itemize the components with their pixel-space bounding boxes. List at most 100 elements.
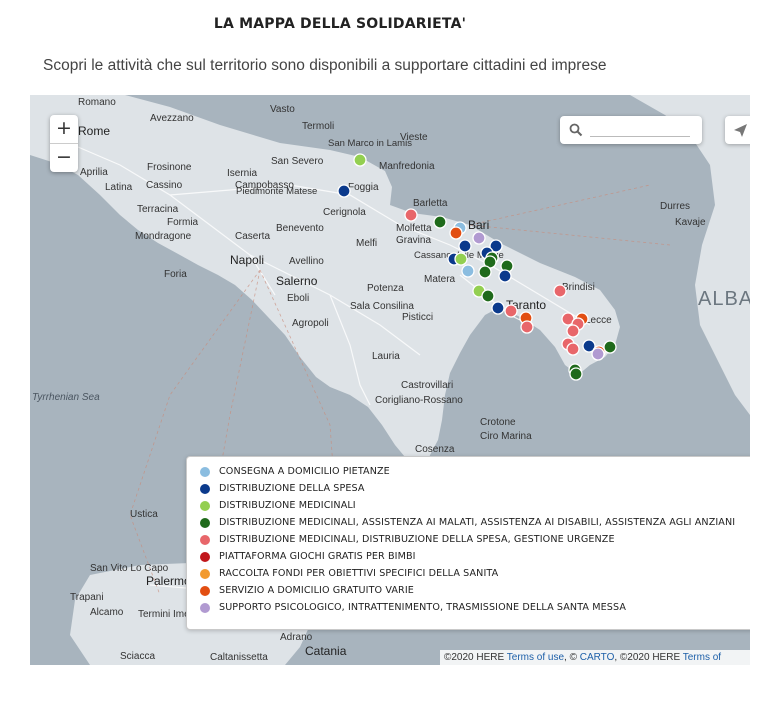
map-label-city: Termoli: [302, 121, 334, 132]
map-label-city: Terracina: [137, 204, 179, 215]
map-label-city: Molfetta: [396, 223, 432, 234]
map-label-city: Eboli: [287, 293, 309, 304]
map-label-city: Ciro Marina: [480, 431, 532, 442]
map-marker[interactable]: [481, 289, 495, 303]
page-subtitle: Scopri le attività che sul territorio so…: [43, 57, 607, 74]
map-marker[interactable]: [504, 304, 518, 318]
map-label-city: Caserta: [235, 231, 270, 242]
map-marker[interactable]: [569, 367, 583, 381]
map-label-city: Gravina: [396, 235, 431, 246]
map-marker[interactable]: [353, 153, 367, 167]
legend-swatch: [200, 602, 210, 613]
legend-label: CONSEGNA A DOMICILIO PIETANZE: [219, 466, 390, 477]
map-label-city: Trapani: [70, 592, 104, 603]
map-marker[interactable]: [498, 269, 512, 283]
map-marker[interactable]: [433, 215, 447, 229]
map-label-city: Avellino: [289, 256, 324, 267]
map-marker[interactable]: [491, 301, 505, 315]
legend-item: DISTRIBUZIONE DELLA SPESA: [200, 480, 750, 497]
locate-button[interactable]: [725, 116, 750, 144]
legend-label: DISTRIBUZIONE MEDICINALI: [219, 500, 356, 511]
map-label-city: Aprilia: [80, 167, 108, 178]
map-marker[interactable]: [461, 264, 475, 278]
carto-link[interactable]: CARTO: [580, 652, 615, 663]
map-label-city: Palermo: [146, 574, 191, 588]
map-label-city: Latina: [105, 182, 133, 193]
map-label-city: Rome: [78, 124, 110, 138]
legend-swatch: [200, 585, 210, 596]
map-label-city: Vasto: [270, 104, 295, 115]
map-label-city: Salerno: [276, 274, 318, 288]
map-marker[interactable]: [520, 320, 534, 334]
map-label-city: Sciacca: [120, 651, 155, 662]
map-label-city: Foria: [164, 269, 187, 280]
map-label-city: Cosenza: [415, 444, 455, 455]
map-marker[interactable]: [591, 347, 605, 361]
page-title: LA MAPPA DELLA SOLIDARIETA': [213, 16, 467, 32]
map-label-city: Adrano: [280, 632, 313, 643]
zoom-out-button[interactable]: −: [50, 143, 78, 172]
zoom-control: + −: [50, 115, 78, 172]
map-label-city: Bari: [468, 218, 489, 232]
map-marker[interactable]: [337, 184, 351, 198]
terms-link[interactable]: Terms of: [683, 652, 721, 663]
terms-of-use-link[interactable]: Terms of use: [507, 652, 564, 663]
map-label-sea: Tyrrhenian Sea: [32, 392, 100, 403]
map-label-city: Isernia: [227, 168, 257, 179]
navigation-arrow-icon: [734, 124, 747, 137]
map-label-city: Ustica: [130, 509, 158, 520]
legend-item: DISTRIBUZIONE MEDICINALI, DISTRIBUZIONE …: [200, 531, 750, 548]
map-marker[interactable]: [553, 284, 567, 298]
map-marker[interactable]: [458, 239, 472, 253]
map-marker[interactable]: [603, 340, 617, 354]
map-label-city: San Vito Lo Capo: [90, 563, 169, 574]
attribution-text: ©2020 HERE: [444, 652, 507, 663]
map-label-city: Crotone: [480, 417, 516, 428]
map-label-city: Lecce: [585, 315, 612, 326]
map-marker[interactable]: [566, 342, 580, 356]
map-label-city: Brindisi: [562, 282, 595, 293]
zoom-in-button[interactable]: +: [50, 115, 78, 143]
map-label-city: Benevento: [276, 223, 324, 234]
map-label-city: Matera: [424, 274, 456, 285]
solidarity-map[interactable]: Romano Vasto Avezzano Rome Termoli Viest…: [30, 95, 750, 665]
map-label-city: Barletta: [413, 198, 448, 209]
map-label-city: Corigliano-Rossano: [375, 395, 463, 406]
map-label-city: Foggia: [348, 182, 379, 193]
map-label-city: Potenza: [367, 283, 404, 294]
legend-label: SUPPORTO PSICOLOGICO, INTRATTENIMENTO, T…: [219, 602, 627, 613]
map-label-city: Manfredonia: [379, 161, 435, 172]
legend-swatch: [200, 483, 210, 494]
map-label-city: Catania: [305, 644, 347, 658]
map-label-city: Piedimonte Matese: [236, 186, 317, 197]
map-label-city: Formia: [167, 217, 199, 228]
map-label-city: Lauria: [372, 351, 400, 362]
map-marker[interactable]: [404, 208, 418, 222]
legend-item: DISTRIBUZIONE MEDICINALI: [200, 497, 750, 514]
legend-swatch: [200, 500, 210, 511]
map-marker[interactable]: [566, 324, 580, 338]
map-label-city: Sala Consilina: [350, 301, 414, 312]
legend-item: RACCOLTA FONDI PER OBIETTIVI SPECIFICI D…: [200, 565, 750, 582]
map-label-city: Alcamo: [90, 607, 124, 618]
map-label-city: Cassino: [146, 180, 183, 191]
legend-item: PIATTAFORMA GIOCHI GRATIS PER BIMBI: [200, 548, 750, 565]
map-label-city: Melfi: [356, 238, 377, 249]
legend-swatch: [200, 551, 210, 562]
legend-label: DISTRIBUZIONE MEDICINALI, ASSISTENZA AI …: [219, 517, 736, 528]
map-label-country: ALBA: [698, 288, 750, 310]
map-marker[interactable]: [454, 252, 468, 266]
map-label-city: San Severo: [271, 156, 324, 167]
legend-item: DISTRIBUZIONE MEDICINALI, ASSISTENZA AI …: [200, 514, 750, 531]
map-label-city: Frosinone: [147, 162, 192, 173]
legend-label: PIATTAFORMA GIOCHI GRATIS PER BIMBI: [219, 551, 416, 562]
map-marker[interactable]: [449, 226, 463, 240]
legend-item: SERVIZIO A DOMICILIO GRATUITO VARIE: [200, 582, 750, 599]
map-label-city: Castrovillari: [401, 380, 453, 391]
map-marker[interactable]: [472, 231, 486, 245]
map-label-city: Romano: [78, 97, 116, 108]
map-marker[interactable]: [478, 265, 492, 279]
map-label-city: Durres: [660, 201, 690, 212]
search-input[interactable]: [590, 122, 690, 137]
legend-item: SUPPORTO PSICOLOGICO, INTRATTENIMENTO, T…: [200, 599, 750, 616]
